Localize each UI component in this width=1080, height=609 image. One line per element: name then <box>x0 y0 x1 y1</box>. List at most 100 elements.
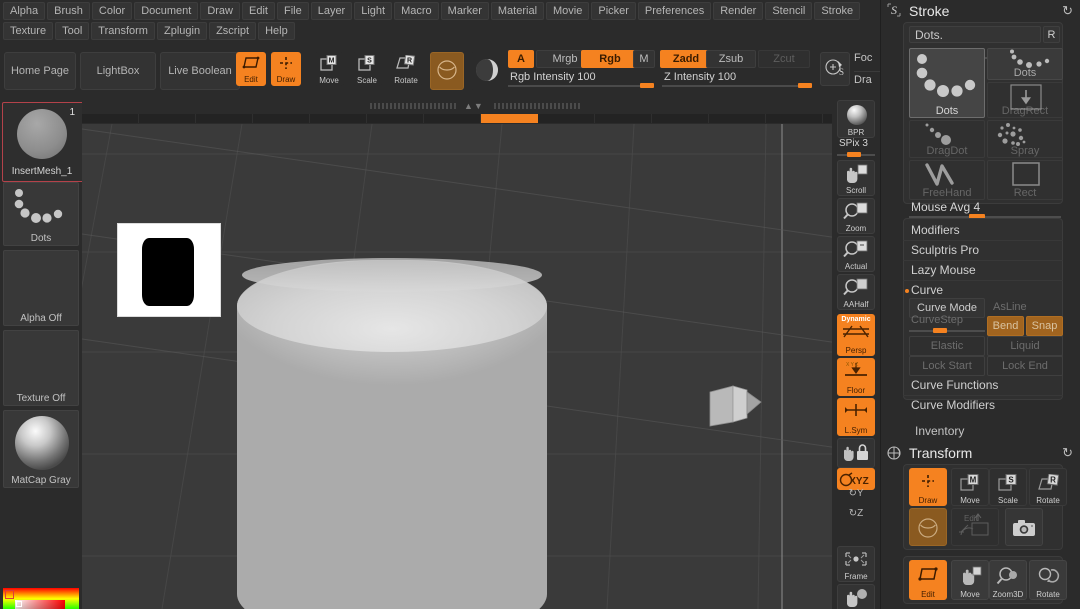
revert-icon[interactable]: ↻ <box>1062 3 1073 19</box>
rtool-floor-button[interactable]: X Y Z Floor <box>837 358 875 396</box>
transform-rotate-canvas-button[interactable]: Rotate <box>1029 560 1067 600</box>
row-curve-modifiers[interactable]: Curve Modifiers <box>903 396 1063 416</box>
inventory-label[interactable]: Inventory <box>915 424 964 438</box>
rotate-mode-button[interactable]: R Rotate <box>390 52 422 86</box>
axis-y-button[interactable]: ↻Y <box>837 488 875 504</box>
stroke-type-dots-large[interactable]: Dots <box>909 48 985 118</box>
curvestep-slider[interactable]: CurveStep <box>909 314 985 333</box>
menu-item-transform[interactable]: Transform <box>91 22 155 40</box>
spix-slider[interactable]: SPix 3 <box>837 138 875 157</box>
stroke-type-spray[interactable]: Spray <box>987 120 1063 158</box>
draw-mode-button[interactable]: Draw <box>271 52 301 86</box>
lock-end-button[interactable]: Lock End <box>987 356 1063 376</box>
switch-a[interactable]: A <box>508 50 534 68</box>
stroke-tile[interactable]: Dots <box>3 182 79 246</box>
rtool-frame-button[interactable]: Frame <box>837 546 875 582</box>
stroke-r-button[interactable]: R <box>1043 26 1060 43</box>
snap-button[interactable]: Snap <box>1026 316 1063 336</box>
switch-zadd[interactable]: Zadd <box>660 50 712 68</box>
strip-segment[interactable] <box>196 114 253 123</box>
stroke-type-freehand[interactable]: FreeHand <box>909 160 985 200</box>
rtool-zoom-button[interactable]: Zoom <box>837 198 875 234</box>
transform-draw-button[interactable]: Draw <box>909 468 947 506</box>
rtool-aahalf-button[interactable]: AAHalf <box>837 274 875 310</box>
menu-item-file[interactable]: File <box>276 2 309 20</box>
menu-item-tool[interactable]: Tool <box>55 22 90 40</box>
elastic-button[interactable]: Elastic <box>909 336 985 356</box>
drag-handle-right[interactable] <box>494 103 582 109</box>
row-modifiers[interactable]: Modifiers <box>903 221 1063 241</box>
stroke-type-dots[interactable]: Dots <box>987 48 1063 80</box>
spix-thumb[interactable] <box>847 152 861 157</box>
switch-zcut[interactable]: Zcut <box>758 50 810 68</box>
rtool-scroll-button[interactable]: Scroll <box>837 160 875 196</box>
stroke-type-dragrect[interactable]: DragRect <box>987 82 1063 118</box>
menu-item-brush[interactable]: Brush <box>47 2 90 20</box>
home-page-button[interactable]: Home Page <box>4 52 76 90</box>
live-boolean-button[interactable]: Live Boolean <box>160 52 240 90</box>
lightbox-button[interactable]: LightBox <box>80 52 156 90</box>
menu-item-draw[interactable]: Draw <box>200 2 240 20</box>
stroke-type-dragdot[interactable]: DragDot <box>909 120 985 158</box>
bend-button[interactable]: Bend <box>987 316 1024 336</box>
menu-item-stroke[interactable]: Stroke <box>814 2 861 20</box>
menu-item-stencil[interactable]: Stencil <box>765 2 813 20</box>
transform-brush-button[interactable] <box>909 508 947 546</box>
transform-edit-button[interactable]: Edit <box>909 560 947 600</box>
menu-item-picker[interactable]: Picker <box>591 2 636 20</box>
menu-item-help[interactable]: Help <box>258 22 295 40</box>
strip-segment[interactable] <box>766 114 823 123</box>
strip-segment[interactable] <box>595 114 652 123</box>
axis-z-button[interactable]: ↻Z <box>837 508 875 524</box>
rtool-lock-button[interactable] <box>837 438 875 468</box>
switch-m[interactable]: M <box>633 50 655 68</box>
strip-segment[interactable] <box>82 114 139 123</box>
viewport-3d[interactable] <box>82 124 880 609</box>
lock-start-button[interactable]: Lock Start <box>909 356 985 376</box>
z-intensity-thumb[interactable] <box>798 83 812 88</box>
transform-edit-pivot-button[interactable]: Edit <box>951 508 999 546</box>
rtool-persp-button[interactable]: Dynamic Persp <box>837 314 875 356</box>
rtool-move-button[interactable]: Move <box>837 584 875 609</box>
menu-item-texture[interactable]: Texture <box>3 22 54 40</box>
z-intensity-slider[interactable]: Z Intensity 100 <box>662 71 812 88</box>
strip-segment[interactable] <box>253 114 310 123</box>
menu-item-layer[interactable]: Layer <box>310 2 353 20</box>
stroke-name-field[interactable]: Dots. <box>909 26 1041 43</box>
bpr-render-button[interactable]: BPR <box>837 100 875 138</box>
strip-segment[interactable] <box>652 114 709 123</box>
revert-icon[interactable]: ↻ <box>1062 445 1073 461</box>
document-scale-strip[interactable] <box>82 114 880 123</box>
color-picker-sv-area[interactable] <box>15 600 65 609</box>
rtool-actual-button[interactable]: Actual <box>837 236 875 272</box>
asline-button[interactable]: AsLine <box>987 298 1063 318</box>
move-mode-button[interactable]: M Move <box>314 52 344 86</box>
menu-item-preferences[interactable]: Preferences <box>637 2 712 20</box>
scale-mode-button[interactable]: S Scale <box>352 52 382 86</box>
mouse-avg-slider[interactable]: Mouse Avg 4 <box>909 200 1061 219</box>
quickpick-item-insertmesh[interactable]: 1 InsertMesh_1 <box>6 106 78 178</box>
menu-item-material[interactable]: Material <box>490 2 545 20</box>
current-material-button[interactable] <box>470 52 504 90</box>
menu-item-render[interactable]: Render <box>713 2 764 20</box>
strip-segment[interactable] <box>481 114 538 123</box>
color-picker-hue-marker[interactable] <box>5 590 14 599</box>
menu-item-movie[interactable]: Movie <box>546 2 590 20</box>
drag-handle-left[interactable] <box>370 103 458 109</box>
strip-segment[interactable] <box>310 114 367 123</box>
color-picker[interactable] <box>3 588 79 609</box>
alpha-tile[interactable]: Alpha Off <box>3 250 79 326</box>
rtool-xyz-button[interactable]: XYZ <box>837 468 875 490</box>
menu-item-light[interactable]: Light <box>354 2 393 20</box>
current-brush-button[interactable] <box>430 52 464 90</box>
row-sculptris-pro[interactable]: Sculptris Pro <box>903 241 1063 261</box>
strip-segment[interactable] <box>709 114 766 123</box>
row-lazy-mouse[interactable]: Lazy Mouse <box>903 261 1063 281</box>
transform-scale-button[interactable]: S Scale <box>989 468 1027 506</box>
switch-zsub[interactable]: Zsub <box>706 50 756 68</box>
switch-rgb[interactable]: Rgb <box>581 50 639 68</box>
menu-item-marker[interactable]: Marker <box>440 2 489 20</box>
transform-rotate-button[interactable]: R Rotate <box>1029 468 1067 506</box>
transform-zoom3d-button[interactable]: Zoom3D <box>989 560 1027 600</box>
menu-item-zscript[interactable]: Zscript <box>209 22 257 40</box>
